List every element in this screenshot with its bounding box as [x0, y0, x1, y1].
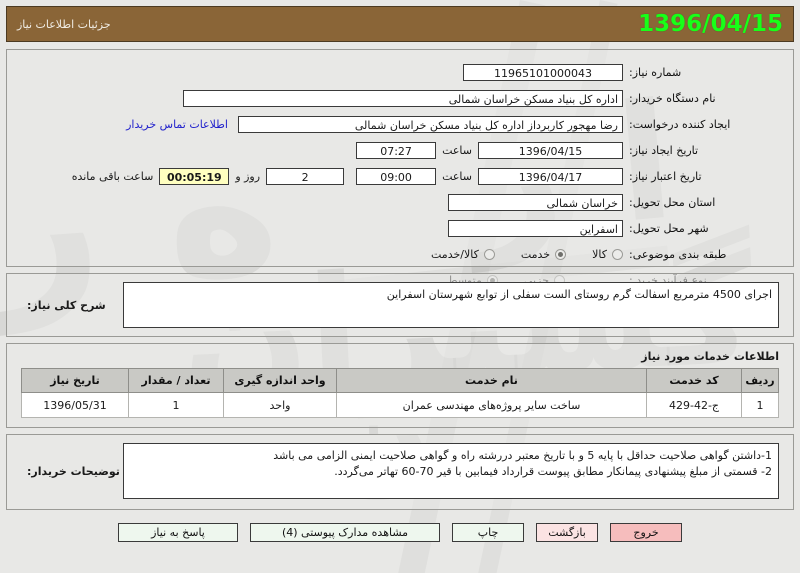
services-caption: اطلاعات خدمات مورد نیاز [641, 350, 779, 363]
th-name: نام خدمت [336, 368, 647, 393]
radio-option-goods-service[interactable]: کالا/خدمت [431, 248, 495, 261]
radio-label-service: خدمت [520, 247, 551, 261]
label-general-description: شرح کلی نیاز: [27, 298, 106, 312]
label-days-suffix: روز و [235, 169, 261, 183]
services-table: ردیف کد خدمت نام خدمت واحد اندازه گیری ت… [21, 368, 779, 418]
field-remaining-days: 2 [266, 167, 345, 185]
row-category: طبقه بندی موضوعی: کالا خدمت کالا/خدمت [21, 242, 779, 266]
radio-option-goods[interactable]: کالا [592, 248, 623, 261]
cell-rank: 1 [741, 392, 779, 418]
field-need-number[interactable]: 11965101000043 [463, 63, 623, 81]
field-province[interactable]: خراسان شمالی [448, 193, 623, 211]
label-need-number: شماره نیاز: [629, 65, 682, 79]
label-city: شهر محل تحویل: [629, 221, 709, 235]
page-title: جزئیات اطلاعات نیاز [17, 17, 111, 31]
radio-option-service[interactable]: خدمت [520, 247, 567, 261]
header-current-date: 1396/04/15 [638, 11, 783, 37]
row-city: شهر محل تحویل: اسفراین [21, 216, 779, 240]
row-creator: ایجاد کننده درخواست: رضا مهجور کاربرداز … [21, 112, 779, 136]
buyer-contact-link[interactable]: اطلاعات تماس خریدار [126, 118, 228, 131]
row-province: استان محل تحویل: خراسان شمالی [21, 190, 779, 214]
services-panel: اطلاعات خدمات مورد نیاز ردیف کد خدمت نام… [6, 343, 794, 428]
th-code: کد خدمت [646, 368, 742, 393]
field-expire-time[interactable]: 09:00 [356, 167, 437, 185]
th-date: تاریخ نیاز [21, 368, 129, 393]
page-root: 1396/04/15 جزئیات اطلاعات نیاز شماره نیا… [0, 0, 800, 542]
field-remaining-clock: 00:05:19 [159, 167, 230, 185]
label-expire-date: تاریخ اعتبار نیاز: [629, 169, 702, 183]
row-create-date: تاریخ ایجاد نیاز: 1396/04/15 ساعت 07:27 [21, 138, 779, 162]
table-row[interactable]: 1 ج-42-429 ساخت سایر پروژه‌های مهندسی عم… [21, 392, 779, 418]
row-need-number: شماره نیاز: 11965101000043 [21, 60, 779, 84]
field-city[interactable]: اسفراین [448, 219, 623, 237]
cell-code: ج-42-429 [646, 392, 742, 418]
field-create-time[interactable]: 07:27 [356, 141, 437, 159]
cell-date: 1396/05/31 [21, 392, 129, 418]
footer-toolbar: خروج بازگشت چاپ مشاهده مدارک پیوستی (4) … [6, 516, 794, 542]
field-create-date[interactable]: 1396/04/15 [478, 141, 623, 159]
radio-icon-goods[interactable] [612, 248, 623, 260]
label-creator: ایجاد کننده درخواست: [629, 117, 731, 131]
radio-label-goods-service: کالا/خدمت [431, 247, 479, 261]
field-creator[interactable]: رضا مهجور کاربرداز اداره کل بنیاد مسکن خ… [238, 115, 623, 133]
label-province: استان محل تحویل: [629, 195, 716, 209]
th-rank: ردیف [741, 368, 779, 393]
label-category: طبقه بندی موضوعی: [629, 247, 727, 261]
exit-button[interactable]: خروج [610, 523, 682, 542]
label-remaining-suffix: ساعت باقی مانده [71, 169, 154, 183]
buyer-note-line: 2- قسمتی از مبلغ پیشنهادی پیمانکار مطابق… [334, 465, 772, 478]
need-info-panel: شماره نیاز: 11965101000043 نام دستگاه خر… [6, 49, 794, 287]
cell-name: ساخت سایر پروژه‌های مهندسی عمران [336, 392, 647, 418]
field-general-description[interactable]: اجرای 4500 مترمربع اسفالت گرم روستای الس… [123, 282, 779, 328]
general-description-panel: اجرای 4500 مترمربع اسفالت گرم روستای الس… [6, 273, 794, 337]
buyer-note-line: 1-داشتن گواهی صلاحیت حداقل با پایه 5 و ب… [273, 449, 772, 462]
label-create-date: تاریخ ایجاد نیاز: [629, 143, 699, 157]
table-header-row: ردیف کد خدمت نام خدمت واحد اندازه گیری ت… [21, 368, 779, 393]
back-button[interactable]: بازگشت [536, 523, 598, 542]
row-buyer-org: نام دستگاه خریدار: اداره کل بنیاد مسکن خ… [21, 86, 779, 110]
radio-label-goods: کالا [592, 247, 607, 261]
cell-unit: واحد [223, 392, 337, 418]
field-buyer-notes[interactable]: 1-داشتن گواهی صلاحیت حداقل با پایه 5 و ب… [123, 443, 779, 499]
label-create-time: ساعت [442, 143, 472, 157]
app-header: 1396/04/15 جزئیات اطلاعات نیاز [6, 6, 794, 42]
cell-qty: 1 [128, 392, 224, 418]
buyer-notes-panel: 1-داشتن گواهی صلاحیت حداقل با پایه 5 و ب… [6, 434, 794, 510]
label-buyer-notes: توضیحات خریدار: [27, 464, 120, 478]
row-expire-date: تاریخ اعتبار نیاز: 1396/04/17 ساعت 09:00… [21, 164, 779, 188]
label-buyer-org: نام دستگاه خریدار: [629, 91, 716, 105]
radio-group-category: کالا خدمت کالا/خدمت [405, 248, 623, 261]
th-qty: تعداد / مقدار [128, 368, 224, 393]
print-button[interactable]: چاپ [452, 523, 524, 542]
radio-icon-service[interactable] [555, 248, 567, 260]
respond-to-need-button[interactable]: پاسخ به نیاز [118, 523, 238, 542]
label-expire-time: ساعت [442, 169, 472, 183]
th-unit: واحد اندازه گیری [223, 368, 337, 393]
radio-icon-goods-service[interactable] [483, 248, 495, 260]
field-buyer-org[interactable]: اداره کل بنیاد مسکن خراسان شمالی [183, 89, 623, 107]
view-attachments-button[interactable]: مشاهده مدارک پیوستی (4) [250, 523, 440, 542]
field-expire-date[interactable]: 1396/04/17 [478, 167, 623, 185]
